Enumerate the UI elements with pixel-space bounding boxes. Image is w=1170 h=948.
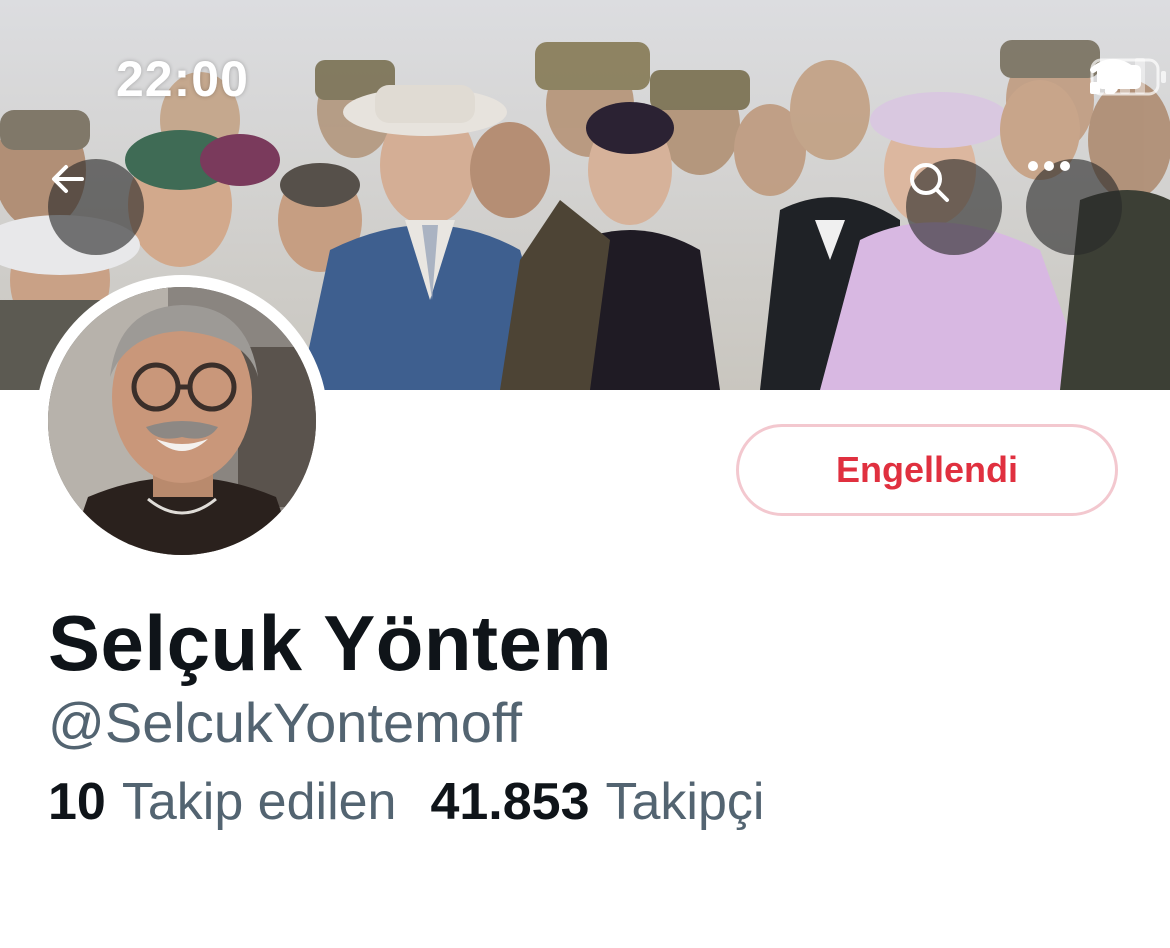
following-link[interactable]: 10 Takip edilen <box>48 772 396 832</box>
avatar-photo <box>48 287 316 555</box>
profile-stats: 10 Takip edilen 41.853 Takipçi <box>48 772 764 832</box>
battery-icon <box>1090 58 1166 96</box>
profile-handle: @SelcukYontemoff <box>48 691 523 754</box>
followers-count: 41.853 <box>430 773 590 831</box>
profile-screen: 22:00 Engellendi Selçuk Yöntem @SelcukYo… <box>0 0 1170 948</box>
search-button[interactable] <box>906 159 1002 255</box>
profile-avatar[interactable] <box>36 275 328 567</box>
following-count: 10 <box>48 773 106 831</box>
status-time: 22:00 <box>116 51 249 107</box>
back-button[interactable] <box>48 159 144 255</box>
blocked-button[interactable]: Engellendi <box>736 424 1118 516</box>
following-label: Takip edilen <box>121 773 397 831</box>
followers-label: Takipçi <box>605 773 765 831</box>
more-horizontal-icon <box>1028 161 1070 171</box>
more-button[interactable] <box>1026 159 1122 255</box>
arrow-left-icon <box>52 165 84 193</box>
followers-link[interactable]: 41.853 Takipçi <box>430 772 764 832</box>
profile-display-name: Selçuk Yöntem <box>48 599 613 687</box>
search-icon <box>910 163 949 202</box>
